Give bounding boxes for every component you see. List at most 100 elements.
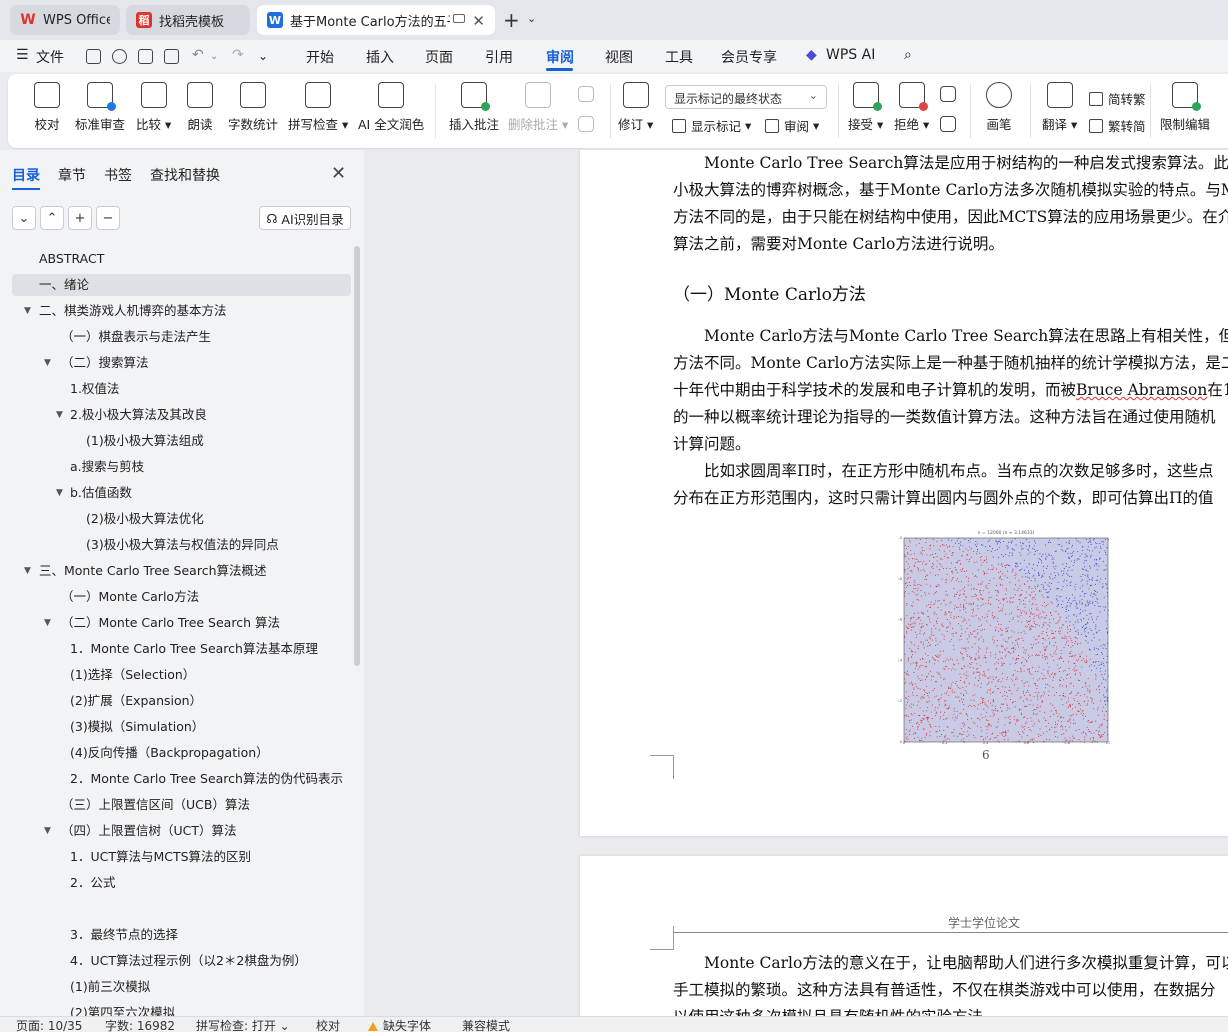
caret-down-icon[interactable]: ▼ xyxy=(24,560,31,582)
compare-button[interactable]: 比较 ▾ xyxy=(136,82,171,133)
toc-item[interactable]: ▼ 二、棋类游戏人机博弈的基本方法 xyxy=(12,300,351,322)
chevron-down-icon[interactable]: ⌄ xyxy=(210,51,218,62)
caret-down-icon[interactable]: ▼ xyxy=(44,612,51,634)
toc-item[interactable]: 3．最终节点的选择 xyxy=(12,924,351,946)
toc-item[interactable]: (4)反向传播（Backpropagation） xyxy=(12,742,351,764)
toc-item[interactable]: 2．公式 xyxy=(12,872,351,894)
print-icon[interactable] xyxy=(138,49,153,64)
next-comment-button[interactable] xyxy=(578,116,594,138)
read-aloud-button[interactable]: 朗读 xyxy=(187,82,213,133)
toc-item[interactable]: 一、绪论 xyxy=(12,274,351,296)
close-icon[interactable]: ✕ xyxy=(331,163,346,184)
caret-down-icon[interactable]: ▼ xyxy=(44,352,51,374)
restrict-edit-button[interactable]: 限制编辑 xyxy=(1160,82,1210,133)
tab-document[interactable]: W 基于Monte Carlo方法的五子 ✕ xyxy=(257,5,495,35)
paragraph[interactable]: Monte Carlo方法与Monte Carlo Tree Search算法在… xyxy=(673,323,1228,512)
to-traditional-button[interactable]: 简转繁 xyxy=(1089,89,1146,108)
search-icon[interactable]: ⌕ xyxy=(904,47,912,63)
caret-down-icon[interactable]: ▼ xyxy=(44,820,51,842)
menu-wps-ai[interactable]: WPS AI xyxy=(826,47,875,63)
toc-item[interactable]: a.搜索与剪枝 xyxy=(12,456,351,478)
menu-file[interactable]: 文件 xyxy=(36,47,64,67)
track-changes-button[interactable]: 修订 ▾ xyxy=(618,82,653,133)
menu-tools[interactable]: 工具 xyxy=(665,47,693,67)
prev-comment-button[interactable] xyxy=(578,86,594,108)
toc-item[interactable]: ▼ 三、Monte Carlo Tree Search算法概述 xyxy=(12,560,351,582)
toc-item[interactable]: （一）棋盘表示与走法产生 xyxy=(12,326,351,348)
redo-icon[interactable]: ↷ xyxy=(232,47,244,63)
prev-change-button[interactable] xyxy=(940,86,956,108)
monte-carlo-pi-figure[interactable]: n = 12000 (π ≈ 3.14633) 000.20.20.40.40.… xyxy=(898,528,1110,744)
show-markup-button[interactable]: 显示标记 ▾ xyxy=(672,116,751,135)
spell-check-button[interactable]: 拼写检查 ▾ xyxy=(288,82,348,133)
tab-docer[interactable]: 稻 找稻壳模板 xyxy=(126,5,250,35)
translate-button[interactable]: 翻译 ▾ xyxy=(1042,82,1077,133)
proofread-indicator[interactable]: 校对 xyxy=(316,1019,340,1032)
tab-find-replace[interactable]: 查找和替换 xyxy=(150,165,220,185)
to-simplified-button[interactable]: 繁转简 xyxy=(1089,116,1146,135)
toc-item[interactable]: ▼ b.估值函数 xyxy=(12,482,351,504)
spell-check-indicator[interactable]: 拼写检查: 打开 ⌄ xyxy=(196,1019,290,1032)
remove-heading-button[interactable]: − xyxy=(96,206,120,230)
menu-references[interactable]: 引用 xyxy=(485,47,513,67)
tab-toc[interactable]: 目录 xyxy=(12,165,40,185)
more-chevron-icon[interactable]: ⌄ xyxy=(258,49,268,63)
missing-font-indicator[interactable]: 缺失字体 xyxy=(368,1019,431,1032)
insert-comment-button[interactable]: 插入批注 xyxy=(449,82,499,133)
reject-button[interactable]: 拒绝 ▾ xyxy=(894,82,929,133)
tab-wps-office[interactable]: W WPS Office xyxy=(10,5,120,35)
toc-item[interactable]: ▼ （四）上限置信树（UCT）算法 xyxy=(12,820,351,842)
toc-item[interactable] xyxy=(12,898,351,920)
save-icon[interactable] xyxy=(86,49,101,64)
page-indicator[interactable]: 页面: 10/35 xyxy=(16,1019,82,1032)
tab-bookmarks[interactable]: 书签 xyxy=(104,165,132,185)
toc-item[interactable]: (2)扩展（Expansion） xyxy=(12,690,351,712)
expand-up-button[interactable]: ⌃ xyxy=(40,206,64,230)
menu-home[interactable]: 开始 xyxy=(306,47,334,67)
proofread-button[interactable]: 校对 xyxy=(34,82,60,133)
toc-item[interactable]: 1．UCT算法与MCTS算法的区别 xyxy=(12,846,351,868)
toc-item[interactable]: (3)模拟（Simulation） xyxy=(12,716,351,738)
close-icon[interactable]: ✕ xyxy=(472,12,485,30)
review-pane-button[interactable]: 审阅 ▾ xyxy=(765,116,819,135)
paragraph[interactable]: Monte Carlo方法的意义在于，让电脑帮助人们进行多次模拟重复计算，可以 … xyxy=(673,950,1228,1016)
delete-comment-button[interactable]: 删除批注 ▾ xyxy=(508,82,568,133)
toc-item[interactable]: (3)极小极大算法与权值法的异同点 xyxy=(12,534,351,556)
word-count-indicator[interactable]: 字数: 16982 xyxy=(105,1019,175,1032)
toc-item[interactable]: ▼ 2.极小极大算法及其改良 xyxy=(12,404,351,426)
undo-icon[interactable]: ↶ xyxy=(192,47,204,63)
toc-item[interactable]: （一）Monte Carlo方法 xyxy=(12,586,351,608)
word-count-button[interactable]: 字数统计 xyxy=(228,82,278,133)
menu-member[interactable]: 会员专享 xyxy=(721,47,777,67)
toc-item[interactable]: ▼ （二）Monte Carlo Tree Search 算法 xyxy=(12,612,351,634)
pen-button[interactable]: 画笔 xyxy=(986,82,1012,133)
accept-button[interactable]: 接受 ▾ xyxy=(848,82,883,133)
print-preview-icon[interactable] xyxy=(164,49,179,64)
toc-item[interactable]: (1)前三次模拟 xyxy=(12,976,351,998)
add-heading-button[interactable]: + xyxy=(68,206,92,230)
standard-review-button[interactable]: 标准审查 xyxy=(75,82,125,133)
caret-down-icon[interactable]: ▼ xyxy=(56,482,63,504)
next-change-button[interactable] xyxy=(940,116,956,138)
toc-item[interactable]: 4．UCT算法过程示例（以2＊2棋盘为例） xyxy=(12,950,351,972)
hamburger-icon[interactable]: ☰ xyxy=(16,47,29,63)
section-heading[interactable]: （一）Monte Carlo方法 xyxy=(673,280,866,305)
caret-down-icon[interactable]: ▼ xyxy=(56,404,63,426)
display-mode-select[interactable]: 显示标记的最终状态 ⌄ xyxy=(665,85,827,109)
menu-insert[interactable]: 插入 xyxy=(366,47,394,67)
paragraph[interactable]: Monte Carlo Tree Search算法是应用于树结构的一种启发式搜索… xyxy=(673,150,1228,258)
chevron-down-icon[interactable]: ⌄ xyxy=(527,12,536,25)
toc-item[interactable]: (2)极小极大算法优化 xyxy=(12,508,351,530)
monitor-icon[interactable] xyxy=(453,14,465,23)
menu-page[interactable]: 页面 xyxy=(425,47,453,67)
toc-item[interactable]: ▼ （二）搜索算法 xyxy=(12,352,351,374)
toc-item[interactable]: 1.权值法 xyxy=(12,378,351,400)
toc-item[interactable]: 2．Monte Carlo Tree Search算法的伪代码表示 xyxy=(12,768,351,790)
menu-review[interactable]: 审阅 xyxy=(546,47,574,67)
toc-scrollbar[interactable] xyxy=(354,246,360,666)
ai-toc-button[interactable]: ☊ AI识别目录 xyxy=(259,206,351,230)
format-painter-icon[interactable] xyxy=(112,49,127,64)
toc-item[interactable]: ABSTRACT xyxy=(12,248,351,270)
menu-view[interactable]: 视图 xyxy=(605,47,633,67)
collapse-down-button[interactable]: ⌄ xyxy=(12,206,36,230)
